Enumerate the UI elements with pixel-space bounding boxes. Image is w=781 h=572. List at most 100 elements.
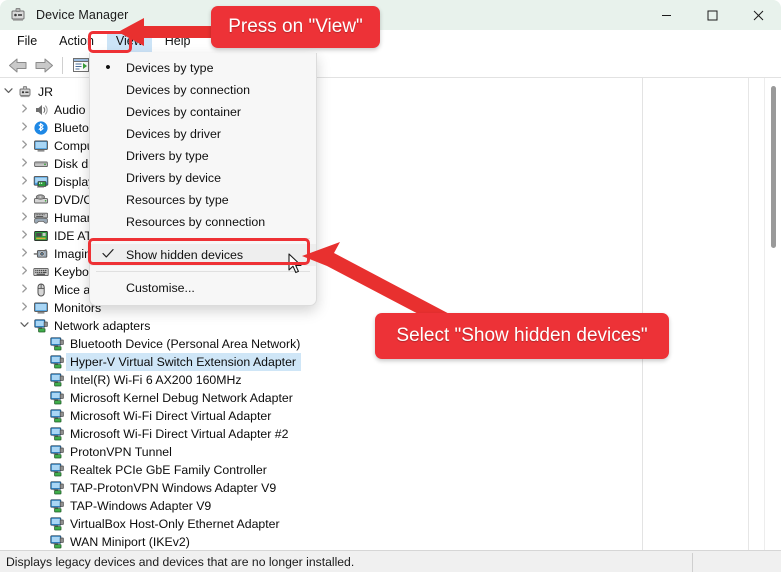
view-menu-item-label: Devices by type: [126, 61, 214, 75]
tree-item-label: JR: [38, 85, 54, 99]
network-icon: [48, 444, 66, 460]
view-menu-item-label: Devices by driver: [126, 127, 222, 141]
chevron-right-icon[interactable]: [16, 137, 32, 155]
chevron-right-icon[interactable]: [16, 209, 32, 227]
tree-item[interactable]: ProtonVPN Tunnel: [0, 443, 642, 461]
chevron-right-icon[interactable]: [16, 227, 32, 245]
chevron-right-icon[interactable]: [16, 245, 32, 263]
back-icon[interactable]: [5, 54, 31, 76]
mouse-icon: [32, 282, 50, 298]
device-manager-window: Device Manager File Action View Help JR …: [0, 0, 781, 572]
tree-item[interactable]: Realtek PCIe GbE Family Controller: [0, 461, 642, 479]
tree-item[interactable]: Microsoft Wi-Fi Direct Virtual Adapter #…: [0, 425, 642, 443]
network-icon: [48, 498, 66, 514]
monitor-icon: [32, 300, 50, 316]
view-menu-separator: [96, 271, 310, 272]
tree-item[interactable]: Microsoft Wi-Fi Direct Virtual Adapter: [0, 407, 642, 425]
view-menu-item-label: Resources by type: [126, 193, 229, 207]
view-menu-item[interactable]: Devices by connection: [90, 79, 316, 101]
bluetooth-icon: [32, 120, 50, 136]
view-menu-item[interactable]: Resources by type: [90, 189, 316, 211]
network-icon: [48, 354, 66, 370]
tree-item-label: Microsoft Kernel Debug Network Adapter: [70, 391, 293, 405]
network-icon: [48, 534, 66, 550]
tree-item-label: ProtonVPN Tunnel: [70, 445, 172, 459]
toolbar-separator: [62, 56, 63, 74]
camera-icon: [32, 246, 50, 262]
scrollbar-thumb[interactable]: [771, 86, 776, 248]
network-icon: [48, 426, 66, 442]
tree-item-label: Intel(R) Wi-Fi 6 AX200 160MHz: [70, 373, 242, 387]
dvd-icon: [32, 192, 50, 208]
tree-item-label: WAN Miniport (IKEv2): [70, 535, 190, 549]
tree-item[interactable]: WAN Miniport (IKEv2): [0, 533, 642, 550]
status-text: Displays legacy devices and devices that…: [6, 554, 355, 569]
computer-icon: [16, 84, 34, 100]
radio-bullet-icon: •: [105, 59, 111, 76]
view-menu-item-label: Devices by container: [126, 105, 242, 119]
tree-item-label: Realtek PCIe GbE Family Controller: [70, 463, 267, 477]
keyboard-icon: [32, 264, 50, 280]
network-icon: [48, 408, 66, 424]
view-menu-item-label: Devices by connection: [126, 83, 250, 97]
minimize-button[interactable]: [643, 0, 689, 30]
network-icon: [48, 516, 66, 532]
view-menu-item[interactable]: Customise...: [90, 277, 316, 299]
tree-item-label: TAP-ProtonVPN Windows Adapter V9: [70, 481, 277, 495]
chevron-right-icon[interactable]: [16, 299, 32, 317]
maximize-button[interactable]: [689, 0, 735, 30]
chevron-right-icon[interactable]: [16, 173, 32, 191]
view-menu-item-label: Drivers by device: [126, 171, 222, 185]
tree-item-label: Microsoft Wi-Fi Direct Virtual Adapter #…: [70, 427, 289, 441]
view-menu-item[interactable]: Devices by driver: [90, 123, 316, 145]
monitor-icon: [32, 138, 50, 154]
network-icon: [48, 390, 66, 406]
tree-item-label: Hyper-V Virtual Switch Extension Adapter: [66, 353, 302, 371]
view-menu-item[interactable]: Drivers by type: [90, 145, 316, 167]
view-menu-item-label: Customise...: [126, 281, 195, 295]
window-title: Device Manager: [36, 8, 129, 22]
status-divider: [692, 553, 693, 572]
tree-item[interactable]: TAP-Windows Adapter V9: [0, 497, 642, 515]
chevron-right-icon[interactable]: [16, 281, 32, 299]
network-icon: [48, 480, 66, 496]
tree-item-label: Microsoft Wi-Fi Direct Virtual Adapter: [70, 409, 272, 423]
window-controls: [643, 0, 781, 30]
chevron-right-icon[interactable]: [16, 155, 32, 173]
close-button[interactable]: [735, 0, 781, 30]
view-menu-item[interactable]: • Devices by type: [90, 57, 316, 79]
view-menu-item-mark: •: [90, 59, 126, 76]
chevron-right-icon[interactable]: [16, 191, 32, 209]
tree-item[interactable]: TAP-ProtonVPN Windows Adapter V9: [0, 479, 642, 497]
tree-item-label: Bluetooth Device (Personal Area Network): [70, 337, 301, 351]
chevron-down-icon[interactable]: [16, 317, 32, 335]
tree-item-label: TAP-Windows Adapter V9: [70, 499, 212, 513]
chevron-right-icon[interactable]: [16, 263, 32, 281]
vertical-scrollbar[interactable]: [764, 78, 781, 550]
tree-item-label: VirtualBox Host-Only Ethernet Adapter: [70, 517, 280, 531]
view-menu-item-label: Resources by connection: [126, 215, 266, 229]
view-dropdown-menu[interactable]: • Devices by type Devices by connection Dev…: [89, 53, 317, 306]
tree-item[interactable]: Microsoft Kernel Debug Network Adapter: [0, 389, 642, 407]
view-menu-item[interactable]: Resources by connection: [90, 211, 316, 233]
network-icon: [48, 372, 66, 388]
tree-item[interactable]: Intel(R) Wi-Fi 6 AX200 160MHz: [0, 371, 642, 389]
chevron-right-icon[interactable]: [16, 101, 32, 119]
network-icon: [32, 318, 50, 334]
callout-select-show-hidden-devices: Select "Show hidden devices": [375, 313, 669, 359]
disk-icon: [32, 156, 50, 172]
tree-item[interactable]: VirtualBox Host-Only Ethernet Adapter: [0, 515, 642, 533]
network-icon: [48, 336, 66, 352]
chevron-right-icon[interactable]: [16, 119, 32, 137]
chevron-down-icon[interactable]: [0, 83, 16, 101]
hid-icon: [32, 210, 50, 226]
network-icon: [48, 462, 66, 478]
display-icon: [32, 174, 50, 190]
view-menu-item[interactable]: Devices by container: [90, 101, 316, 123]
view-menu-item[interactable]: Drivers by device: [90, 167, 316, 189]
forward-icon[interactable]: [31, 54, 57, 76]
ide-icon: [32, 228, 50, 244]
device-manager-icon: [10, 7, 26, 23]
menu-item-file[interactable]: File: [8, 31, 46, 52]
tree-item-label: Network adapters: [54, 319, 151, 333]
